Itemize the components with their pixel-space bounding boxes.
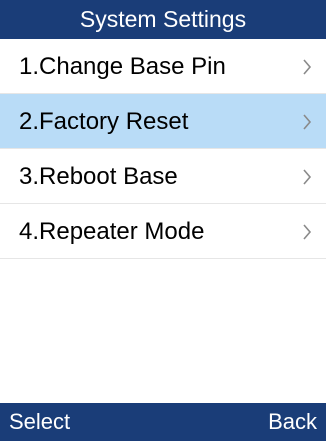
- menu-item-label: 4.Repeater Mode: [19, 218, 205, 245]
- title-bar: System Settings: [0, 0, 326, 39]
- menu-item-repeater-mode[interactable]: 4.Repeater Mode: [0, 204, 326, 259]
- page-title: System Settings: [79, 6, 247, 32]
- settings-menu-list: 1.Change Base Pin 2.Factory Reset 3.Rebo…: [0, 39, 326, 259]
- softkey-bar: Select Back: [0, 403, 326, 441]
- back-softkey[interactable]: Back: [268, 403, 317, 441]
- menu-item-label: 3.Reboot Base: [19, 163, 178, 190]
- chevron-right-icon: [300, 39, 316, 94]
- menu-item-change-base-pin[interactable]: 1.Change Base Pin: [0, 39, 326, 94]
- chevron-right-icon: [300, 94, 316, 149]
- menu-item-factory-reset[interactable]: 2.Factory Reset: [0, 94, 326, 149]
- menu-item-label: 1.Change Base Pin: [19, 53, 226, 80]
- select-softkey[interactable]: Select: [9, 403, 70, 441]
- menu-item-label: 2.Factory Reset: [19, 108, 189, 135]
- menu-item-reboot-base[interactable]: 3.Reboot Base: [0, 149, 326, 204]
- phone-screen: System Settings 1.Change Base Pin 2.Fact…: [0, 0, 326, 441]
- chevron-right-icon: [300, 149, 316, 204]
- chevron-right-icon: [300, 204, 316, 259]
